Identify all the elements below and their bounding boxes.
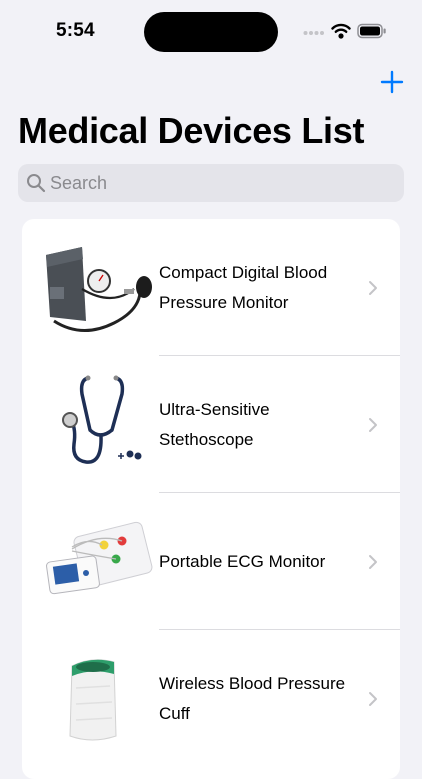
chevron-right-icon	[369, 692, 377, 706]
device-name: Portable ECG Monitor	[159, 551, 326, 571]
ecg-monitor-image	[46, 521, 153, 595]
wifi-icon	[331, 23, 351, 39]
battery-icon	[357, 23, 386, 39]
stethoscope-image	[62, 375, 142, 464]
device-name: Compact Digital Blood Pressure Monitor	[159, 262, 328, 312]
cellular-signal-icon	[303, 31, 324, 35]
device-name: Ultra-Sensitive Stethoscope	[159, 399, 270, 449]
status-time: 5:54	[56, 20, 95, 41]
device-name: Wireless Blood Pressure Cuff	[159, 673, 346, 723]
device-row-stethoscope[interactable]: Ultra-Sensitive Stethoscope	[22, 356, 400, 493]
device-row-blood-pressure-monitor[interactable]: Compact Digital Blood Pressure Monitor	[22, 219, 400, 356]
search-input[interactable]	[50, 164, 390, 202]
magnifying-glass-icon	[27, 174, 46, 193]
device-row-ecg-monitor[interactable]: Portable ECG Monitor	[22, 493, 400, 630]
chevron-right-icon	[369, 555, 377, 569]
wireless-cuff-image	[69, 659, 117, 741]
page-title: Medical Devices List	[18, 110, 365, 151]
device-row-wireless-cuff[interactable]: Wireless Blood Pressure Cuff	[22, 630, 400, 767]
chevron-right-icon	[369, 418, 377, 432]
blood-pressure-monitor-image	[46, 247, 152, 333]
device-list: Compact Digital Blood Pressure Monitor U…	[22, 219, 400, 779]
dynamic-island	[144, 12, 278, 52]
add-device-button[interactable]	[378, 68, 406, 96]
search-bar[interactable]	[18, 164, 404, 202]
status-bar: 5:54	[0, 0, 422, 62]
chevron-right-icon	[369, 281, 377, 295]
